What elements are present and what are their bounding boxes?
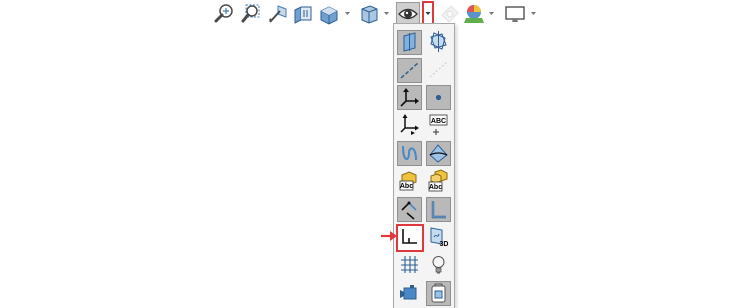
view-all-planes-icon[interactable] bbox=[426, 30, 451, 55]
view-parting-lines-icon[interactable] bbox=[426, 141, 451, 166]
sketches-highlight-frame bbox=[396, 224, 424, 252]
annotations-text: Abc bbox=[400, 183, 413, 190]
view-3d-sketch-planes-icon[interactable]: 3D bbox=[426, 225, 451, 250]
hide-show-items-flyout: ABC Abc Abc 3D bbox=[393, 23, 455, 308]
view-orientation-dropdown-icon[interactable] bbox=[344, 8, 351, 18]
view-weld-beads-icon[interactable] bbox=[426, 197, 451, 222]
zoom-to-area-icon[interactable] bbox=[240, 3, 262, 25]
view-dimension-names-icon[interactable]: ABC bbox=[426, 113, 451, 138]
3d-sketch-planes-text: 3D bbox=[440, 241, 449, 248]
view-curves-icon[interactable] bbox=[397, 141, 422, 166]
view-temporary-axes-icon[interactable] bbox=[426, 58, 451, 83]
view-axes-icon[interactable] bbox=[397, 58, 422, 83]
view-origins-icon[interactable] bbox=[397, 85, 422, 110]
view-all-annotations-icon[interactable]: Abc bbox=[426, 169, 451, 194]
pointer-arrow-icon bbox=[380, 229, 398, 243]
section-view-icon[interactable] bbox=[292, 3, 314, 25]
view-settings-dropdown-icon[interactable] bbox=[530, 8, 537, 18]
view-sketch-relations-icon[interactable] bbox=[397, 197, 422, 222]
apply-scene-icon[interactable] bbox=[463, 3, 485, 25]
view-coordinate-systems-icon[interactable] bbox=[397, 113, 422, 138]
view-lights-icon[interactable] bbox=[426, 253, 451, 278]
view-decals-icon[interactable] bbox=[426, 281, 451, 306]
view-grid-icon[interactable] bbox=[397, 253, 422, 278]
hide-show-items-dropdown-button[interactable] bbox=[422, 1, 434, 25]
view-cameras-icon[interactable] bbox=[397, 281, 422, 306]
view-orientation-icon[interactable] bbox=[318, 3, 340, 25]
view-planes-icon[interactable] bbox=[397, 30, 422, 55]
edit-appearance-icon bbox=[439, 3, 461, 25]
display-style-dropdown-icon[interactable] bbox=[383, 8, 390, 18]
view-annotations-icon[interactable]: Abc bbox=[397, 169, 422, 194]
display-style-icon[interactable] bbox=[358, 3, 380, 25]
view-points-icon[interactable] bbox=[426, 85, 451, 110]
zoom-to-fit-icon[interactable] bbox=[213, 3, 235, 25]
view-settings-icon[interactable] bbox=[504, 3, 526, 25]
all-annotations-text: Abc bbox=[429, 184, 442, 191]
previous-view-icon[interactable] bbox=[266, 3, 288, 25]
dimension-names-text: ABC bbox=[431, 118, 446, 125]
apply-scene-dropdown-icon[interactable] bbox=[488, 8, 495, 18]
